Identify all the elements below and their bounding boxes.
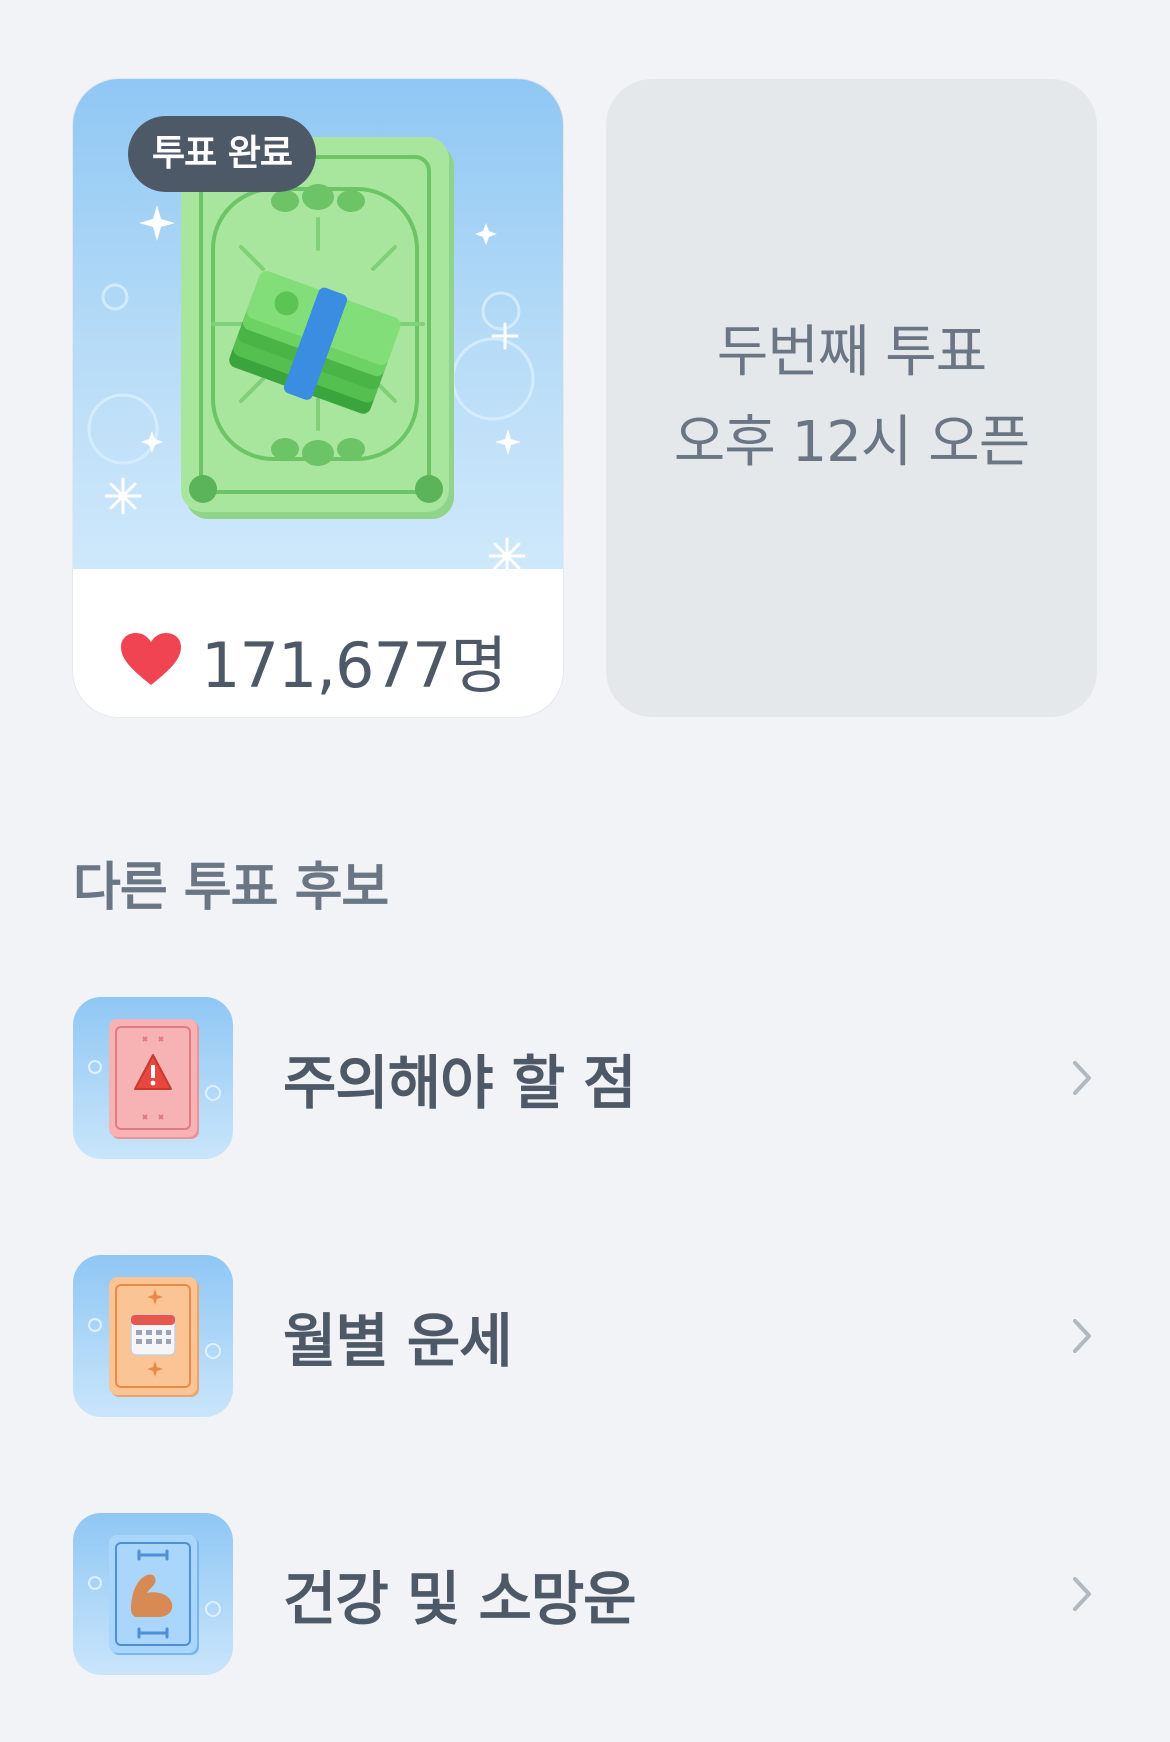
money-vote-card[interactable]: 투표 완료 171,677명	[73, 79, 563, 717]
vote-count: 171,677명	[121, 615, 507, 705]
list-item-health-wish[interactable]: 건강 및 소망운	[73, 1513, 1097, 1675]
item-label: 건강 및 소망운	[283, 1565, 637, 1633]
section-title: 다른 투표 후보	[73, 858, 389, 918]
list-item-caution[interactable]: 주의해야 할 점	[73, 997, 1097, 1159]
next-vote-title: 두번째 투표	[716, 320, 987, 385]
heart-icon	[121, 633, 181, 685]
item-label: 월별 운세	[283, 1307, 513, 1375]
chevron-right-icon	[1073, 1319, 1091, 1353]
next-vote-card: 두번째 투표 오후 12시 오픈	[606, 79, 1097, 717]
vote-complete-badge: 투표 완료	[128, 116, 317, 192]
muscle-card-icon	[73, 1513, 233, 1675]
vote-count-text: 171,677명	[201, 629, 507, 702]
chevron-right-icon	[1073, 1577, 1091, 1611]
next-vote-open-time: 오후 12시 오픈	[673, 410, 1030, 475]
list-item-monthly-fortune[interactable]: 월별 운세	[73, 1255, 1097, 1417]
money-card-illustration: 투표 완료	[73, 79, 563, 569]
chevron-right-icon	[1073, 1061, 1091, 1095]
item-label: 주의해야 할 점	[283, 1049, 637, 1117]
calendar-card-icon	[73, 1255, 233, 1417]
vote-page: 투표 완료 171,677명 두번째 투표 오후 12시 오픈 다른 투표 후보	[0, 0, 1170, 1742]
warning-card-icon	[73, 997, 233, 1159]
